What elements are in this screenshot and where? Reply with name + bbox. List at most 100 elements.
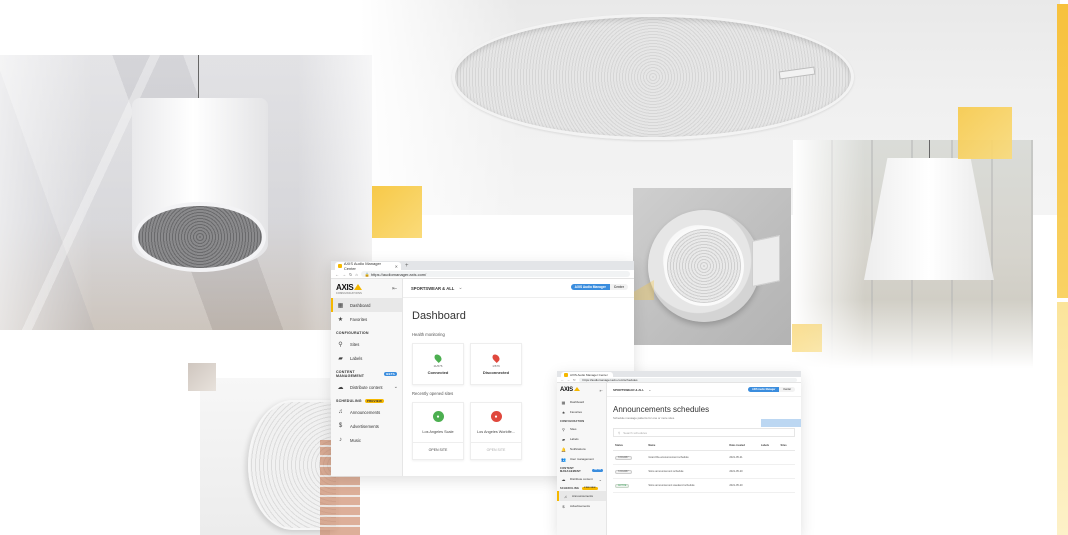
home-icon[interactable]: ⌂ [355, 272, 357, 277]
table-row[interactable]: ACTIVE Store announcement weekend schedu… [613, 478, 795, 493]
sidebar-item-favorites[interactable]: ★ Favorites [557, 407, 606, 417]
favicon-icon [564, 372, 568, 377]
site-selector[interactable]: SPORTSWEAR & ALL [613, 388, 644, 392]
sidebar-item-notifications[interactable]: 🔔 Notifications [557, 444, 606, 454]
chevron-down-icon[interactable]: ⌄ [599, 477, 602, 482]
sidebar-item-label: Announcements [350, 409, 381, 415]
open-site-button[interactable]: OPEN SITE [413, 442, 463, 452]
logo-subtext: COMMUNICATIONS [336, 291, 362, 295]
sidebar-item-favorites[interactable]: ★ Favorites [331, 312, 402, 326]
reload-icon[interactable]: ↻ [573, 378, 576, 382]
disconnected-card[interactable]: 1/676 Disconnected [470, 343, 522, 385]
sidebar-item-label: Notifications [570, 447, 586, 451]
disconnected-label: Disconnected [482, 369, 510, 375]
logo-text: AXIS [336, 282, 354, 292]
open-site-button[interactable]: OPEN SITE [471, 442, 521, 452]
column-header-name[interactable]: Name [646, 441, 728, 451]
logo-row: AXIS COMMUNICATIONS ⇤ [331, 279, 402, 298]
sidebar: AXIS COMMUNICATIONS ⇤ ▦ Dashboard ★ Favo… [331, 279, 403, 476]
sidebar-item-music[interactable]: ♪ Music [331, 433, 402, 447]
back-icon[interactable]: ← [335, 272, 339, 277]
browser-tab[interactable]: AXIS Audio Manager Center [561, 372, 613, 377]
connected-card[interactable]: 11/676 Connected [412, 343, 464, 385]
name-cell: Grand Re-announcement schedule [646, 450, 728, 465]
pendant-wire [198, 55, 199, 100]
labels-cell [758, 464, 779, 479]
site-card[interactable]: ● Los Angeles Worldfe... OPEN SITE [470, 402, 522, 460]
sidebar-item-advertisements[interactable]: $ Advertisements [557, 501, 606, 511]
yellow-accent-bar-light [1057, 302, 1068, 535]
tab-title: AXIS Audio Manager Center [570, 372, 608, 377]
product-badge-secondary[interactable]: Center [779, 387, 795, 392]
product-switcher[interactable]: AXIS Audio Manager Center [570, 284, 628, 290]
bell-icon: 🔔 [561, 446, 566, 452]
wall-speaker-grille [664, 226, 744, 306]
forward-icon[interactable]: → [567, 378, 570, 382]
browser-tab[interactable]: AXIS Audio Manager Center ✕ [335, 261, 401, 271]
sites-cell [778, 450, 795, 465]
status-badge: STANDBY [615, 456, 632, 460]
sidebar-item-distribute-content[interactable]: ☁ Distribute content ⌄ [557, 474, 606, 484]
sidebar-item-labels[interactable]: ▰ Labels [557, 434, 606, 444]
new-tab-button[interactable]: + [405, 262, 409, 270]
site-card[interactable]: ● Los Angeles Scale OPEN SITE [412, 402, 464, 460]
section-label: CONFIGURATION [336, 331, 369, 335]
sidebar-item-announcements[interactable]: ♫ Announcements [557, 491, 606, 501]
sidebar-item-user-management[interactable]: 👥 User management [557, 454, 606, 464]
search-placeholder: Search schedules [623, 430, 648, 435]
sidebar-item-labels[interactable]: ▰ Labels [331, 351, 402, 365]
create-schedule-button[interactable] [761, 419, 801, 427]
ceiling-speaker-image [452, 14, 854, 140]
collapse-menu-icon[interactable]: ⇤ [392, 285, 397, 292]
connected-label: Connected [427, 369, 449, 375]
back-icon[interactable]: ← [561, 378, 564, 382]
sidebar-item-dashboard[interactable]: ▦ Dashboard [557, 397, 606, 407]
search-input[interactable]: ⚲ Search schedules [613, 428, 795, 437]
sidebar-item-announcements[interactable]: ♫ Announcements [331, 405, 402, 419]
sidebar-item-label: Advertisements [570, 504, 590, 508]
product-badge-primary[interactable]: AXIS Audio Manager [570, 284, 610, 290]
chevron-down-icon[interactable]: ⌄ [648, 387, 651, 392]
product-badge-primary[interactable]: AXIS Audio Manager [748, 387, 780, 392]
sidebar-item-sites[interactable]: ⚲ Sites [557, 424, 606, 434]
table-row[interactable]: STANDBY Store announcement schedule 2021… [613, 464, 795, 479]
sidebar-item-dashboard[interactable]: ▦ Dashboard [331, 298, 402, 312]
beta-badge: BETA [592, 468, 603, 472]
chevron-down-icon[interactable]: ⌄ [458, 285, 462, 291]
collapse-menu-icon[interactable]: ⇤ [600, 388, 603, 393]
address-bar[interactable]: 🔒 https://audiomanager.axis.com/ [360, 271, 630, 277]
status-badge: STANDBY [615, 470, 632, 474]
sites-cell [778, 478, 795, 493]
reload-icon[interactable]: ↻ [349, 272, 352, 277]
close-tab-icon[interactable]: ✕ [395, 264, 398, 269]
table-header-row: Status Name Date created Labels Sites [613, 441, 795, 451]
axis-logo[interactable]: AXIS COMMUNICATIONS [336, 282, 363, 295]
table-row[interactable]: STANDBY Grand Re-announcement schedule 2… [613, 450, 795, 465]
column-header-sites[interactable]: Sites [778, 441, 795, 451]
column-header-status[interactable]: Status [613, 441, 647, 451]
product-badge-secondary[interactable]: Center [609, 284, 628, 290]
axis-logo[interactable]: AXIS [560, 387, 580, 393]
app-shell: AXIS ⇤ ▦ Dashboard ★ Favorites CONFIGURATI… [557, 383, 801, 535]
sidebar-item-label: Favorites [570, 410, 582, 414]
section-label: CONTENT MANAGEMENT [336, 370, 365, 378]
sidebar-item-distribute-content[interactable]: ☁ Distribute content ⌄ [331, 380, 402, 394]
date-cell: 2021-05-20 [727, 464, 759, 479]
yellow-accent-square [372, 186, 422, 238]
scheduling-section-heading: SCHEDULING PREVIEW [557, 484, 606, 491]
sidebar-item-advertisements[interactable]: $ Advertisements [331, 419, 402, 433]
sidebar-item-sites[interactable]: ⚲ Sites [331, 337, 402, 351]
content-management-section-heading: CONTENT MANAGEMENT BETA [331, 365, 402, 380]
column-header-labels[interactable]: Labels [758, 441, 779, 451]
preview-badge: PREVIEW [582, 487, 598, 490]
product-switcher[interactable]: AXIS Audio Manager Center [748, 387, 795, 392]
sidebar-item-label: User management [570, 457, 594, 461]
chevron-down-icon[interactable]: ⌄ [394, 384, 398, 390]
main-content: SPORTSWEAR & ALL ⌄ AXIS Audio Manager Ce… [607, 383, 801, 535]
forward-icon[interactable]: → [342, 272, 346, 277]
location-pin-off-icon [491, 352, 501, 363]
column-header-date[interactable]: Date created [727, 441, 759, 451]
address-bar[interactable]: https://audiomanager.axis.com/schedules [578, 377, 797, 382]
site-name: Los Angeles Worldfe... [477, 430, 515, 434]
site-selector[interactable]: SPORTSWEAR & ALL [411, 286, 454, 291]
